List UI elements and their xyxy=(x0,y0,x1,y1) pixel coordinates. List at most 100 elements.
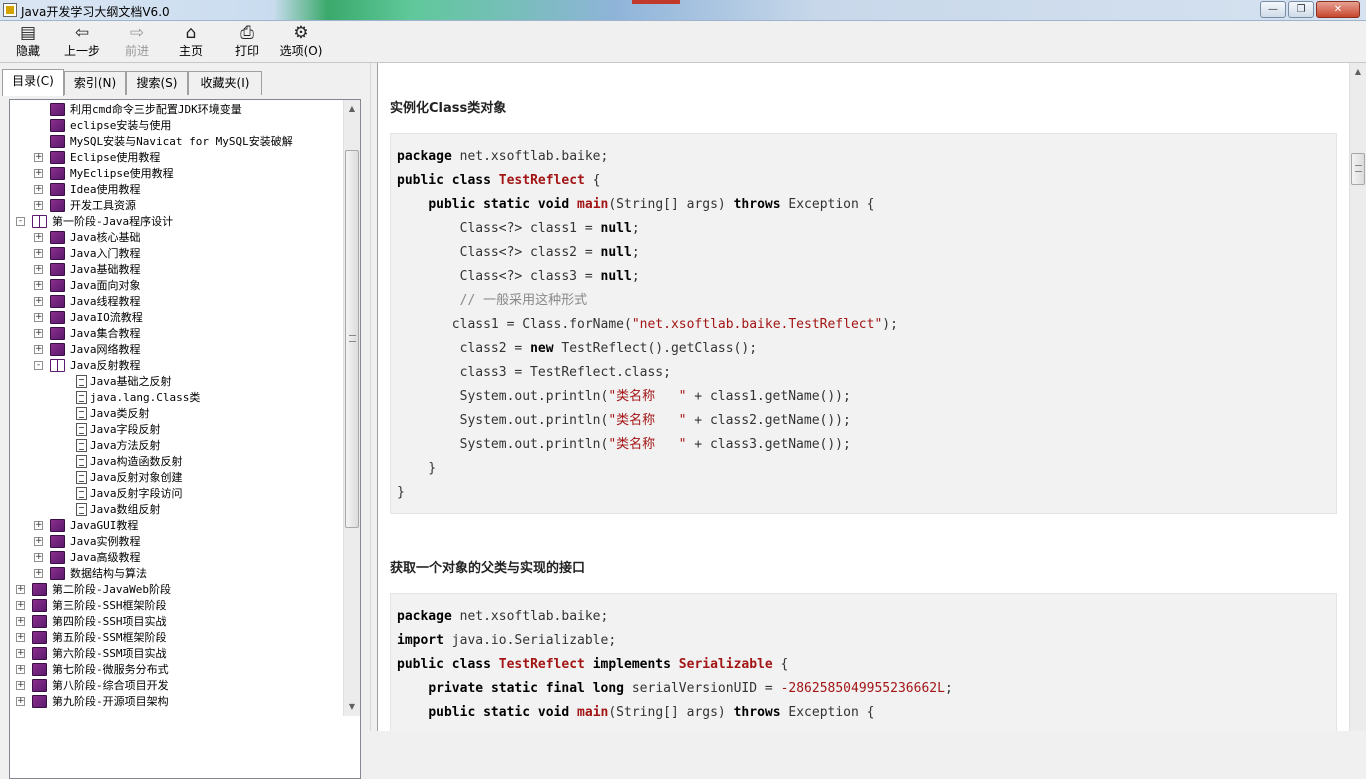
expand-icon[interactable]: + xyxy=(34,313,43,322)
tree-item[interactable]: + 第三阶段-SSH框架阶段 xyxy=(10,598,342,614)
tree-item[interactable]: Java类反射 xyxy=(10,406,342,422)
expand-icon[interactable]: + xyxy=(34,281,43,290)
expand-icon[interactable]: + xyxy=(34,169,43,178)
tree-item[interactable]: + 第二阶段-JavaWeb阶段 xyxy=(10,582,342,598)
expand-icon[interactable]: + xyxy=(34,185,43,194)
hide-button[interactable]: ▤ 隐藏 xyxy=(8,23,48,61)
contents-tree: 利用cmd命令三步配置JDK环境变量 eclipse安装与使用 MySQL安装与Na… xyxy=(9,99,361,779)
scroll-up-arrow-icon[interactable]: ▲ xyxy=(344,100,360,117)
expand-icon[interactable]: + xyxy=(34,153,43,162)
book-icon xyxy=(50,231,65,244)
tree-item[interactable]: + 数据结构与算法 xyxy=(10,566,342,582)
expand-icon[interactable]: + xyxy=(16,665,25,674)
app-icon[interactable] xyxy=(3,3,17,17)
tree-item[interactable]: + Java集合教程 xyxy=(10,326,342,342)
expand-icon[interactable]: + xyxy=(16,697,25,706)
code-line: Class<?> class1 = null; xyxy=(397,217,640,241)
home-button[interactable]: ⌂ 主页 xyxy=(172,23,210,61)
tree-item-label: MySQL安装与Navicat for MySQL安装破解 xyxy=(70,135,293,148)
expand-icon[interactable]: + xyxy=(34,201,43,210)
tree-item[interactable]: MySQL安装与Navicat for MySQL安装破解 xyxy=(10,134,342,150)
back-button[interactable]: ⇦ 上一步 xyxy=(60,23,104,61)
tree-item[interactable]: + 开发工具资源 xyxy=(10,198,342,214)
tree-item[interactable]: + Java实例教程 xyxy=(10,534,342,550)
tree-item[interactable]: Java反射字段访问 xyxy=(10,486,342,502)
tree-item[interactable]: - 第一阶段-Java程序设计 xyxy=(10,214,342,230)
tree-item[interactable]: + Java入门教程 xyxy=(10,246,342,262)
expand-icon[interactable]: + xyxy=(34,265,43,274)
print-button[interactable]: ⎙ 打印 xyxy=(228,23,266,61)
content-scrollbar[interactable]: ▲ xyxy=(1349,63,1366,731)
tree-item[interactable]: + 第七阶段-微服务分布式 xyxy=(10,662,342,678)
expand-icon[interactable]: + xyxy=(34,297,43,306)
code-token: package xyxy=(397,609,452,624)
expand-icon[interactable]: + xyxy=(16,681,25,690)
tree-item[interactable]: + Eclipse使用教程 xyxy=(10,150,342,166)
expand-icon[interactable]: + xyxy=(34,249,43,258)
tree-item-label: Java入门教程 xyxy=(70,247,141,260)
tree-item[interactable]: Java构造函数反射 xyxy=(10,454,342,470)
options-button[interactable]: ⚙ 选项(O) xyxy=(278,23,324,61)
expand-icon[interactable]: + xyxy=(34,345,43,354)
tree-item[interactable]: - Java反射教程 xyxy=(10,358,342,374)
tree-item[interactable]: + 第九阶段-开源项目架构 xyxy=(10,694,342,710)
tree-item[interactable]: + JavaGUI教程 xyxy=(10,518,342,534)
tree-item[interactable]: eclipse安装与使用 xyxy=(10,118,342,134)
tree-item[interactable]: + 第六阶段-SSM项目实战 xyxy=(10,646,342,662)
expand-icon[interactable]: + xyxy=(16,601,25,610)
pane-splitter[interactable] xyxy=(370,63,378,731)
tree-item[interactable]: + Java线程教程 xyxy=(10,294,342,310)
tab-favorites[interactable]: 收藏夹(I) xyxy=(188,71,262,95)
tree-item[interactable]: + Idea使用教程 xyxy=(10,182,342,198)
scroll-down-arrow-icon[interactable]: ▼ xyxy=(344,698,360,715)
expand-icon[interactable]: + xyxy=(34,553,43,562)
minimize-button[interactable]: — xyxy=(1260,1,1286,18)
expand-icon[interactable]: + xyxy=(34,537,43,546)
collapse-icon[interactable]: - xyxy=(34,361,43,370)
tree-item[interactable]: + Java基础教程 xyxy=(10,262,342,278)
expand-icon[interactable]: + xyxy=(16,585,25,594)
tree-item[interactable]: Java反射对象创建 xyxy=(10,470,342,486)
tree-item[interactable]: java.lang.Class类 xyxy=(10,390,342,406)
tree-item[interactable]: + 第五阶段-SSM框架阶段 xyxy=(10,630,342,646)
expand-icon[interactable]: + xyxy=(34,329,43,338)
expand-icon[interactable]: + xyxy=(16,617,25,626)
forward-button[interactable]: ⇨ 前进 xyxy=(118,23,156,61)
tree-item[interactable]: 利用cmd命令三步配置JDK环境变量 xyxy=(10,102,342,118)
expand-icon[interactable]: + xyxy=(16,633,25,642)
tree-item[interactable]: + MyEclipse使用教程 xyxy=(10,166,342,182)
tree-item-label: Java类反射 xyxy=(90,407,150,420)
content-scroll-thumb[interactable] xyxy=(1351,153,1365,185)
tree-item-label: Java基础教程 xyxy=(70,263,141,276)
code-line: System.out.println("类名称 " + class3.getNa… xyxy=(397,433,851,457)
close-button[interactable]: ✕ xyxy=(1316,1,1360,18)
tree-scrollbar[interactable]: ▲ ▼ xyxy=(343,100,360,716)
expand-icon[interactable]: + xyxy=(34,233,43,242)
tree-item[interactable]: Java基础之反射 xyxy=(10,374,342,390)
options-icon: ⚙ xyxy=(293,23,309,43)
tree-item[interactable]: Java字段反射 xyxy=(10,422,342,438)
tree-scroll-thumb[interactable] xyxy=(345,150,359,528)
expand-icon[interactable]: + xyxy=(16,649,25,658)
code-token: Exception { xyxy=(780,197,875,212)
tree-item[interactable]: + Java核心基础 xyxy=(10,230,342,246)
tree-item[interactable]: + Java高级教程 xyxy=(10,550,342,566)
tree-item[interactable]: + JavaIO流教程 xyxy=(10,310,342,326)
collapse-icon[interactable]: - xyxy=(16,217,25,226)
tree-item[interactable]: + 第八阶段-综合项目开发 xyxy=(10,678,342,694)
tree-item[interactable]: + Java面向对象 xyxy=(10,278,342,294)
expand-icon[interactable]: + xyxy=(34,521,43,530)
book-icon xyxy=(50,247,65,260)
tab-contents[interactable]: 目录(C) xyxy=(2,69,64,96)
tab-index[interactable]: 索引(N) xyxy=(64,71,126,95)
tab-search[interactable]: 搜索(S) xyxy=(126,71,188,95)
tree-item[interactable]: Java方法反射 xyxy=(10,438,342,454)
tree-item[interactable]: + Java网络教程 xyxy=(10,342,342,358)
scroll-up-arrow-icon[interactable]: ▲ xyxy=(1350,63,1366,80)
tree-item[interactable]: Java数组反射 xyxy=(10,502,342,518)
tree-item[interactable]: + 第四阶段-SSH项目实战 xyxy=(10,614,342,630)
expand-icon[interactable]: + xyxy=(34,569,43,578)
maximize-button[interactable]: ❐ xyxy=(1288,1,1314,18)
